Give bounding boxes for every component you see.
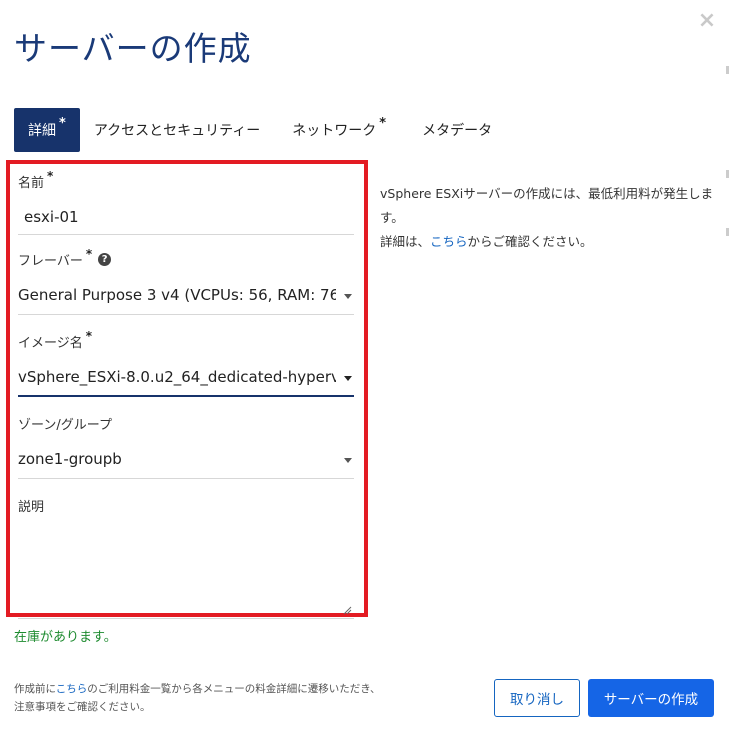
close-icon[interactable]: × — [697, 10, 717, 32]
notice-line: 作成前にこちらのご利用料金一覧から各メニューの料金詳細に遷移いただき、 — [14, 680, 384, 698]
flavor-label-text: フレーバー — [18, 254, 83, 269]
chevron-down-icon — [344, 458, 352, 463]
zone-field: ゾーン/グループ zone1-groupb — [18, 414, 354, 479]
description-field: 説明 — [18, 496, 354, 619]
chevron-down-icon — [344, 376, 352, 381]
details-form-highlight: 名前 * フレーバー * ? General Purpose 3 v4 (VCP… — [6, 160, 368, 619]
name-input[interactable] — [18, 199, 354, 235]
required-marker: * — [85, 328, 93, 343]
flavor-select-value: General Purpose 3 v4 (VCPUs: 56, RAM: 76… — [18, 286, 336, 304]
zone-label-text: ゾーン/グループ — [18, 418, 112, 433]
name-label-text: 名前 — [18, 176, 45, 191]
zone-label: ゾーン/グループ — [18, 414, 354, 433]
info-text: からご確認ください。 — [467, 234, 593, 249]
help-icon[interactable]: ? — [98, 253, 112, 266]
create-server-button[interactable]: サーバーの作成 — [588, 679, 714, 717]
info-min-fee-text: vSphere ESXiサーバーの作成には、最低利用料が発生します。 — [380, 186, 714, 225]
notice-text: のご利用料金一覧から各メニューの料金詳細に遷移いただき、 — [87, 683, 381, 695]
info-details-line: 詳細は、こちらからご確認ください。 — [380, 230, 720, 254]
stock-status: 在庫があります。 — [14, 630, 117, 645]
info-details-link[interactable]: こちら — [430, 234, 468, 249]
cancel-button[interactable]: 取り消し — [494, 679, 580, 717]
name-label: 名前 * — [18, 168, 354, 192]
image-field: イメージ名 * vSphere_ESXi-8.0.u2_64_dedicated… — [18, 328, 354, 397]
image-label-text: イメージ名 — [18, 336, 83, 351]
image-select[interactable]: vSphere_ESXi-8.0.u2_64_dedicated-hypervi… — [18, 359, 354, 397]
tab-details[interactable]: 詳細 * — [14, 108, 80, 152]
flavor-field: フレーバー * ? General Purpose 3 v4 (VCPUs: 5… — [18, 246, 354, 315]
tab-label: メタデータ — [422, 123, 493, 139]
resize-grip-icon[interactable] — [343, 606, 352, 615]
pricing-notice: 作成前にこちらのご利用料金一覧から各メニューの料金詳細に遷移いただき、 注意事項… — [14, 680, 384, 716]
required-marker: * — [85, 246, 93, 261]
chevron-down-icon — [344, 294, 352, 299]
flavor-label: フレーバー * ? — [18, 246, 354, 269]
tab-label: 詳細 — [28, 123, 56, 139]
tab-label: アクセスとセキュリティー — [93, 123, 261, 139]
description-label: 説明 — [18, 496, 354, 515]
info-panel: vSphere ESXiサーバーの作成には、最低利用料が発生します。 詳細は、こ… — [380, 182, 720, 254]
flavor-select[interactable]: General Purpose 3 v4 (VCPUs: 56, RAM: 76… — [18, 277, 354, 315]
tab-network[interactable]: ネットワーク * — [274, 108, 400, 152]
required-marker: * — [379, 115, 387, 131]
tab-bar: 詳細 * アクセスとセキュリティー ネットワーク * メタデータ — [14, 108, 506, 152]
required-marker: * — [47, 168, 54, 183]
required-marker: * — [59, 115, 66, 131]
image-select-value: vSphere_ESXi-8.0.u2_64_dedicated-hypervi… — [18, 368, 336, 386]
info-text: 詳細は、 — [380, 234, 431, 249]
dialog-title: サーバーの作成 — [14, 29, 252, 68]
tab-label: ネットワーク — [292, 123, 377, 139]
notice-line-2: 注意事項をご確認ください。 — [14, 701, 151, 713]
zone-select-value: zone1-groupb — [18, 450, 122, 468]
description-label-text: 説明 — [18, 500, 45, 515]
image-label: イメージ名 * — [18, 328, 354, 352]
tab-access-security[interactable]: アクセスとセキュリティー — [80, 108, 274, 152]
description-textarea[interactable] — [18, 519, 354, 619]
pricing-link[interactable]: こちら — [56, 683, 88, 695]
zone-select[interactable]: zone1-groupb — [18, 441, 354, 479]
notice-text: 作成前に — [14, 683, 56, 695]
name-field: 名前 * — [18, 168, 354, 235]
tab-metadata[interactable]: メタデータ — [400, 108, 506, 152]
